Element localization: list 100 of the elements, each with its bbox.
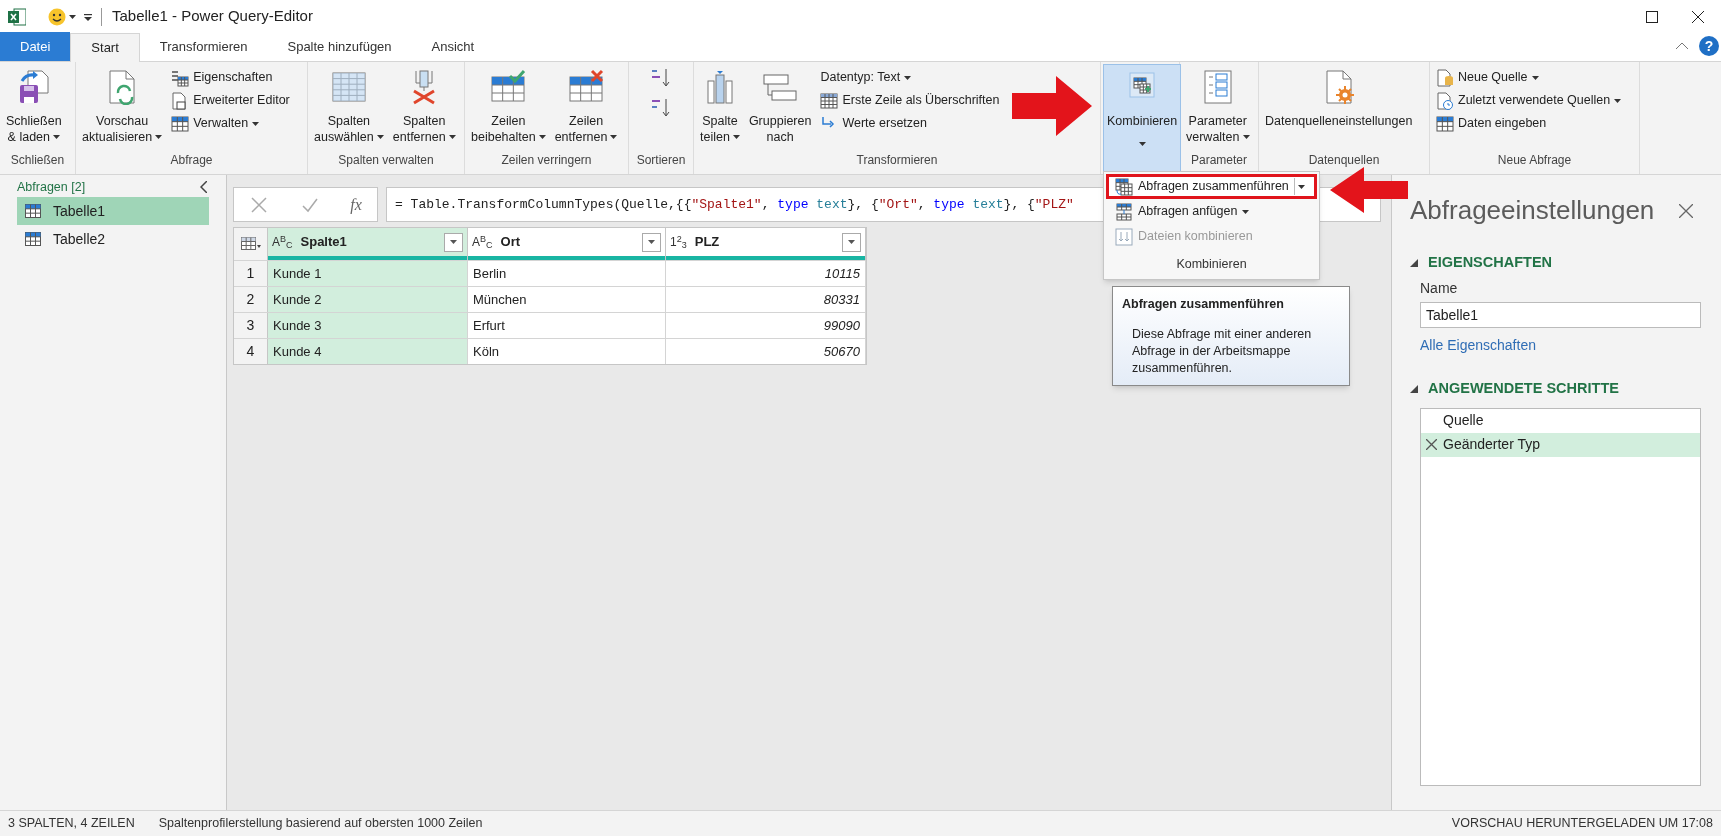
column-header[interactable]: 1$^{2}$$_{3}$ PLZ: [666, 228, 866, 260]
table-cell: 99090: [666, 313, 866, 338]
query-item[interactable]: Tabelle1: [17, 197, 209, 225]
ribbon-button[interactable]: Erste Zeile als Überschriften: [816, 89, 1004, 112]
table-columns-icon: [330, 69, 367, 105]
ribbon-button[interactable]: Verwalten: [167, 112, 294, 135]
append-table-icon: [1115, 202, 1133, 221]
expanded-triangle-icon: [1410, 258, 1418, 267]
tooltip-text: Diese Abfrage mit einer anderen Abfrage in der Arbeitsmappe zusammenführen.: [1131, 325, 1313, 377]
table-cell: 10115: [666, 261, 866, 286]
smiley-icon: [48, 7, 66, 26]
ribbon-button[interactable]: Zuletzt verwendete Quellen: [1432, 89, 1626, 112]
table-icon: [820, 91, 839, 110]
maximize-icon: [1646, 10, 1658, 23]
table-menu-icon: [240, 237, 261, 251]
ribbon-button[interactable]: Spalten auswählen: [310, 64, 388, 153]
ribbon-group-label: Datenquellen: [1307, 153, 1381, 168]
sort-descending-icon[interactable]: [650, 97, 672, 119]
help-button[interactable]: ?: [1699, 36, 1719, 56]
file-combine-icon: [1115, 227, 1133, 246]
ribbon-button[interactable]: Datentyp: Text: [816, 66, 1004, 89]
ribbon-button[interactable]: Spalte teilen: [696, 64, 744, 153]
file-tab[interactable]: Datei: [0, 32, 71, 61]
status-text: Spaltenprofilerstellung basierend auf obersten 1000 Zeilen: [158, 815, 483, 833]
table-cell: Kunde 3: [268, 313, 468, 338]
ribbon-button[interactable]: Parameter verwalten: [1182, 64, 1254, 153]
section-heading: ANGEWENDETE SCHRITTE: [1428, 378, 1619, 398]
row-number: 4: [234, 339, 268, 364]
tooltip-title: Abfragen zusammenführen: [1122, 296, 1285, 313]
caret-icon: [648, 240, 655, 244]
ribbon-button[interactable]: Zeilen entfernen: [550, 64, 622, 153]
ribbon-button[interactable]: Kombinieren: [1103, 64, 1182, 174]
window-title: Tabelle1 - Power Query-Editor: [112, 6, 313, 27]
column-name: PLZ: [694, 233, 721, 252]
section-heading: EIGENSCHAFTEN: [1428, 253, 1553, 272]
row-number: 3: [234, 313, 268, 338]
table-menu-button[interactable]: [234, 228, 268, 260]
ribbon-group-label: Transformieren: [855, 153, 939, 168]
table-icon: [1436, 114, 1454, 133]
ribbon-button[interactable]: Daten eingeben: [1432, 112, 1626, 135]
column-header[interactable]: A$^{B}$$_{C}$ Spalte1: [268, 228, 468, 260]
customize-toolbar-icon: [84, 12, 92, 21]
ribbon-button[interactable]: Erweiterter Editor: [167, 89, 294, 112]
table-cell: 50670: [666, 339, 866, 364]
column-name: Ort: [500, 233, 522, 252]
ribbon-button[interactable]: Neue Quelle: [1432, 66, 1626, 89]
caret-icon: [69, 14, 76, 19]
ribbon-button[interactable]: Eigenschaften: [167, 66, 294, 89]
name-field[interactable]: Tabelle1: [1420, 301, 1701, 328]
table-cell: Erfurt: [468, 313, 666, 338]
applied-step[interactable]: Geänderter Typ: [1421, 432, 1700, 457]
ribbon-button[interactable]: Schließen & laden: [2, 64, 66, 153]
ribbon-button[interactable]: Spalten entfernen: [388, 64, 460, 153]
table-check-icon: [490, 69, 527, 105]
caret-icon: [450, 240, 457, 244]
table-cell: Kunde 2: [268, 287, 468, 312]
ribbon-tab[interactable]: Start: [70, 33, 140, 62]
ribbon-tab[interactable]: Ansicht: [411, 32, 495, 61]
check-icon: [301, 196, 318, 213]
chevron-left-icon: [199, 181, 207, 193]
status-text: VORSCHAU HERUNTERGELADEN UM 17:08: [1451, 815, 1713, 833]
menu-group-label: Kombinieren: [1175, 255, 1248, 273]
ribbon-button[interactable]: Gruppieren nach: [744, 64, 816, 153]
sort-ascending-icon[interactable]: [650, 67, 672, 89]
menu-item[interactable]: Abfragen anfügen: [1106, 199, 1317, 224]
queries-header: Abfragen [2]: [17, 178, 86, 196]
ribbon-button[interactable]: Zeilen beibehalten: [467, 64, 550, 153]
ribbon-group-label: Spalten verwalten: [337, 153, 435, 168]
function-button[interactable]: fx: [350, 192, 362, 217]
menu-item[interactable]: Abfragen zusammenführen: [1106, 174, 1317, 199]
table-cell: Berlin: [468, 261, 666, 286]
document-database-icon: [1436, 68, 1454, 87]
table-cell: München: [468, 287, 666, 312]
ribbon-button[interactable]: Datenquelleneinstellungen: [1261, 64, 1417, 153]
row-number: 1: [234, 261, 268, 286]
ribbon-tab[interactable]: Spalte hinzufügen: [267, 32, 412, 61]
filter-dropdown-button[interactable]: [444, 232, 463, 252]
applied-step[interactable]: Quelle: [1421, 408, 1700, 433]
table-cell: 80331: [666, 287, 866, 312]
ribbon-button[interactable]: Vorschau aktualisieren: [78, 64, 167, 153]
collapse-pane-button[interactable]: [197, 180, 209, 194]
close-icon: [1679, 203, 1693, 218]
merge-table-icon: [1115, 177, 1133, 196]
filter-dropdown-button[interactable]: [842, 232, 861, 252]
field-label: Name: [1419, 278, 1459, 298]
table-cell: Kunde 4: [268, 339, 468, 364]
ribbon-button[interactable]: Werte ersetzen: [816, 112, 1004, 135]
table-icon: [25, 232, 41, 246]
query-item[interactable]: Tabelle2: [17, 225, 209, 253]
column-name: Spalte1: [300, 233, 348, 252]
close-button[interactable]: [1679, 203, 1693, 218]
column-header[interactable]: A$^{B}$$_{C}$ Ort: [468, 228, 666, 260]
cancel-icon: [251, 196, 268, 213]
expanded-triangle-icon: [1410, 384, 1418, 393]
all-properties-link[interactable]: Alle Eigenschaften: [1410, 334, 1701, 356]
filter-dropdown-button[interactable]: [642, 232, 661, 252]
ribbon-tab[interactable]: Transformieren: [139, 32, 268, 61]
delete-step-icon: [1426, 439, 1437, 450]
status-text: 3 SPALTEN, 4 ZEILEN: [8, 815, 135, 833]
ribbon-group-label: Zeilen verringern: [500, 153, 593, 168]
